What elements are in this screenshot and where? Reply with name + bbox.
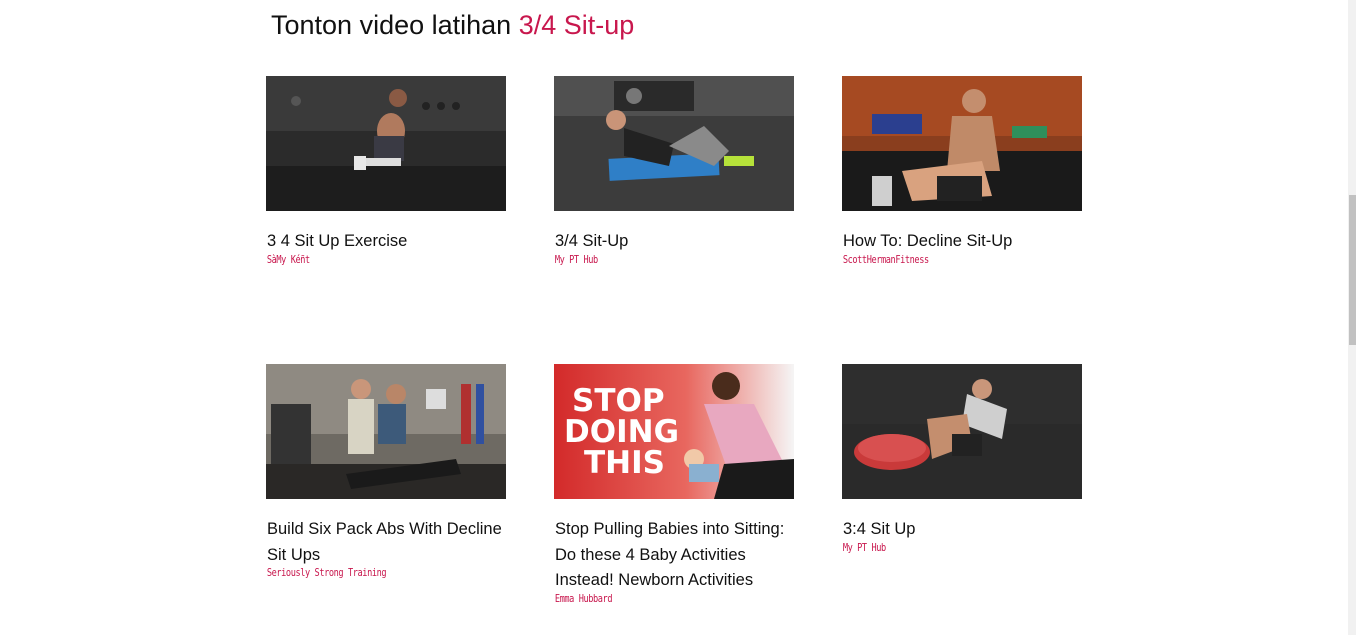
page: Tonton video latihan 3/4 Sit-up 3 4 Sit … [0,0,1356,635]
video-card[interactable]: 3:4 Sit Up My PT Hub [842,364,1082,554]
video-thumbnail[interactable] [554,76,794,211]
video-card[interactable]: How To: Decline Sit-Up ScottHermanFitnes… [842,76,1082,266]
video-card[interactable]: STOP DOING THIS Stop Pulling Babies into… [554,364,794,605]
video-thumbnail[interactable] [266,76,506,211]
heading-accent: 3/4 Sit-up [518,10,635,40]
video-channel[interactable]: My PT Hub [554,254,751,266]
thumbnail-text-line: THIS [584,445,665,481]
video-channel[interactable]: My PT Hub [842,542,1039,554]
video-channel[interactable]: Emma Hubbard [554,593,751,605]
video-title[interactable]: How To: Decline Sit-Up [842,229,1079,255]
page-heading: Tonton video latihan 3/4 Sit-up [271,10,634,41]
video-channel[interactable]: SàMy Kéñt [266,254,463,266]
heading-prefix: Tonton video latihan [271,10,512,40]
video-title[interactable]: Stop Pulling Babies into Sitting: Do the… [554,517,791,594]
video-title[interactable]: 3:4 Sit Up [842,517,1079,543]
video-channel[interactable]: Seriously Strong Training [266,567,463,579]
video-card[interactable]: 3/4 Sit-Up My PT Hub [554,76,794,266]
video-thumbnail[interactable] [842,76,1082,211]
scrollbar-thumb[interactable] [1349,195,1356,345]
page-scrollbar[interactable] [1348,0,1356,635]
video-thumbnail[interactable]: STOP DOING THIS [554,364,794,499]
video-title[interactable]: Build Six Pack Abs With Decline Sit Ups [266,517,503,568]
video-title[interactable]: 3 4 Sit Up Exercise [266,229,503,255]
video-channel[interactable]: ScottHermanFitness [842,254,1039,266]
video-title[interactable]: 3/4 Sit-Up [554,229,791,255]
video-thumbnail[interactable] [842,364,1082,499]
video-thumbnail[interactable] [266,364,506,499]
video-card[interactable]: 3 4 Sit Up Exercise SàMy Kéñt [266,76,506,266]
video-card[interactable]: Build Six Pack Abs With Decline Sit Ups … [266,364,506,579]
